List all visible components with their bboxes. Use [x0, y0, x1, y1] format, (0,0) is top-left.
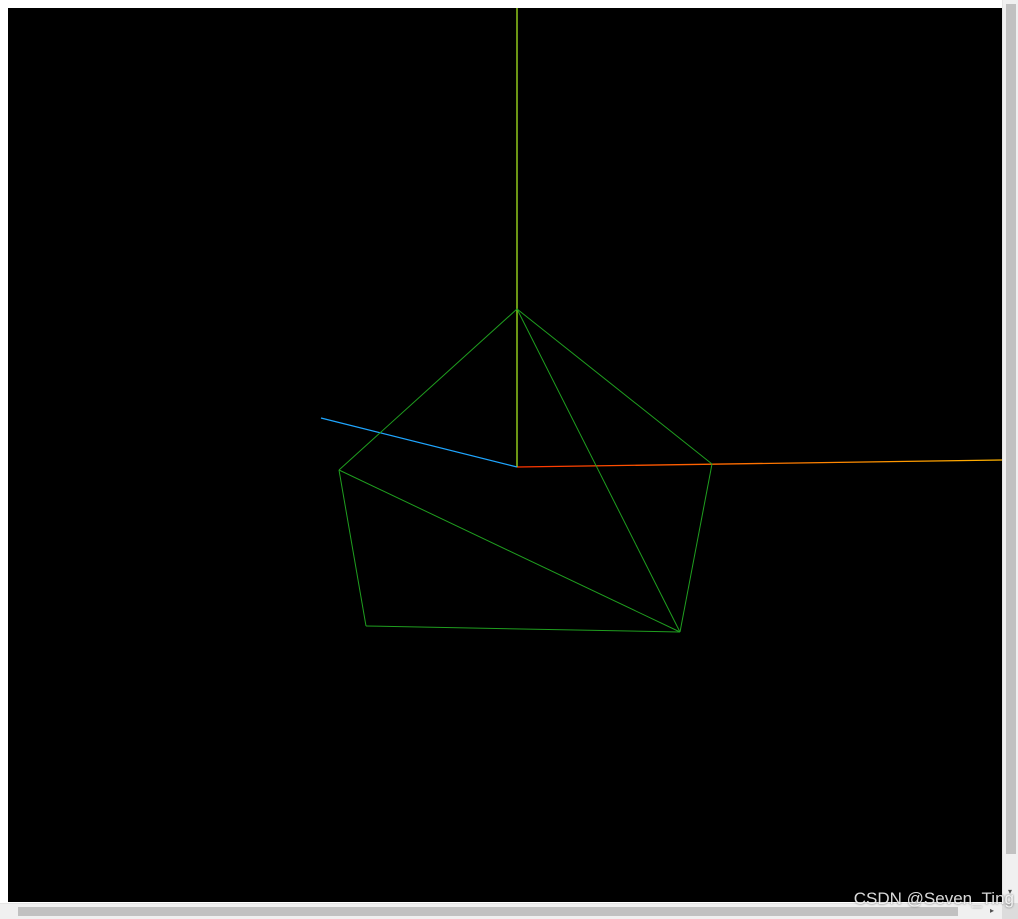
watermark: CSDN @Seven_Ting — [853, 889, 1014, 908]
webgl-canvas[interactable] — [8, 8, 1002, 902]
mesh-edge — [338, 308, 518, 471]
horizontal-scrollbar-thumb[interactable] — [18, 907, 958, 916]
scene-svg — [320, 8, 1002, 633]
x-axis-line — [516, 459, 1002, 468]
browser-viewport: ▾ ▸ CSDN @Seven_Ting — [0, 0, 1018, 919]
mesh-edge — [516, 308, 713, 465]
vertical-scrollbar[interactable] — [1002, 0, 1018, 903]
mesh-edge — [338, 469, 681, 633]
mesh-edge — [338, 469, 367, 627]
wireframe-mesh — [338, 308, 713, 633]
mesh-edge — [516, 308, 681, 633]
mesh-edge — [679, 463, 713, 633]
mesh-edge — [365, 625, 681, 633]
vertical-scrollbar-thumb[interactable] — [1006, 4, 1016, 854]
horizontal-scrollbar[interactable] — [0, 903, 1002, 919]
